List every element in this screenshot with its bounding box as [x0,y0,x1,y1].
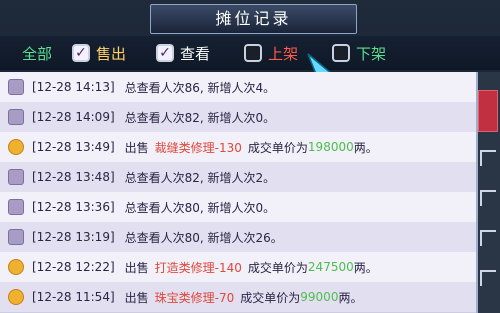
sale-icon [8,139,24,155]
filter-sold[interactable]: ✓ 售出 [72,39,126,67]
filter-view[interactable]: ✓ 查看 [156,39,210,67]
sale-icon [8,289,24,305]
record-price: 247500 [307,260,354,274]
record-action: 出售 [124,290,149,305]
record-item: 裁缝类修理-130 [154,140,242,155]
checkbox-listed[interactable] [244,44,262,62]
filter-sold-label: 售出 [96,44,127,63]
record-action: 出售 [124,140,149,155]
record-price: 198000 [307,140,354,154]
list-item: [12-28 14:09] 总查看人次82, 新增人次0。 [0,102,476,133]
record-item: 珠宝类修理-70 [154,290,235,305]
frame-ornament [480,150,496,166]
list-item: [12-28 14:13] 总查看人次86, 新增人次4。 [0,72,476,103]
record-text: 总查看人次80, 新增人次0。 [124,200,276,215]
record-text: 总查看人次86, 新增人次4。 [124,80,276,95]
list-item: [12-28 11:54] 出售 珠宝类修理-70 成交单价为 99000 两。 [0,282,476,313]
view-icon [8,199,24,215]
filter-view-label: 查看 [180,44,211,63]
record-time: [12-28 13:49] [32,140,115,154]
record-price: 99000 [300,290,339,304]
record-mid: 成交单价为 [247,140,308,155]
record-mid: 成交单价为 [247,260,308,275]
record-time: [12-28 11:54] [32,290,115,304]
list-item: [12-28 13:48] 总查看人次82, 新增人次2。 [0,162,476,193]
view-icon [8,229,24,245]
view-icon [8,169,24,185]
record-suffix: 两。 [353,140,378,155]
checkbox-view[interactable]: ✓ [156,44,174,62]
record-text: 总查看人次82, 新增人次0。 [124,110,276,125]
record-mid: 成交单价为 [240,290,301,305]
record-time: [12-28 13:36] [32,200,115,214]
filter-listed[interactable]: 上架 [244,39,298,67]
record-list[interactable]: [12-28 14:13] 总查看人次86, 新增人次4。 [12-28 14:09… [0,72,476,313]
record-action: 出售 [124,260,149,275]
window-title: 摊位记录 [150,4,357,34]
stall-record-window: 摊位记录 全部 ✓ 售出 ✓ 查看 上架 下架 [12-28 14:13] 总查看… [0,0,500,313]
filter-delisted[interactable]: 下架 [332,39,386,67]
list-item: [12-28 12:22] 出售 打造类修理-140 成交单价为 247500 两。 [0,252,476,283]
record-suffix: 两。 [338,290,363,305]
checkbox-sold[interactable]: ✓ [72,44,90,62]
scroll-thumb[interactable] [478,90,498,132]
list-item: [12-28 13:19] 总查看人次80, 新增人次26。 [0,222,476,253]
filter-bar: 全部 ✓ 售出 ✓ 查看 上架 下架 [0,36,500,70]
record-text: 总查看人次82, 新增人次2。 [124,170,276,185]
record-text: 总查看人次80, 新增人次26。 [124,230,283,245]
frame-ornament [480,190,496,206]
record-item: 打造类修理-140 [154,260,242,275]
record-time: [12-28 13:19] [32,230,115,244]
view-icon [8,109,24,125]
sale-icon [8,259,24,275]
filter-all[interactable]: 全部 [0,39,52,67]
frame-ornament [480,230,496,246]
view-icon [8,79,24,95]
frame-ornament [480,270,496,286]
record-time: [12-28 14:13] [32,80,115,94]
filter-delisted-label: 下架 [356,44,387,63]
record-time: [12-28 14:09] [32,110,115,124]
filter-listed-label: 上架 [268,44,299,63]
record-time: [12-28 13:48] [32,170,115,184]
record-time: [12-28 12:22] [32,260,115,274]
filter-all-label: 全部 [22,44,53,63]
list-item: [12-28 13:49] 出售 裁缝类修理-130 成交单价为 198000 两。 [0,132,476,163]
record-suffix: 两。 [353,260,378,275]
list-item: [12-28 13:36] 总查看人次80, 新增人次0。 [0,192,476,223]
